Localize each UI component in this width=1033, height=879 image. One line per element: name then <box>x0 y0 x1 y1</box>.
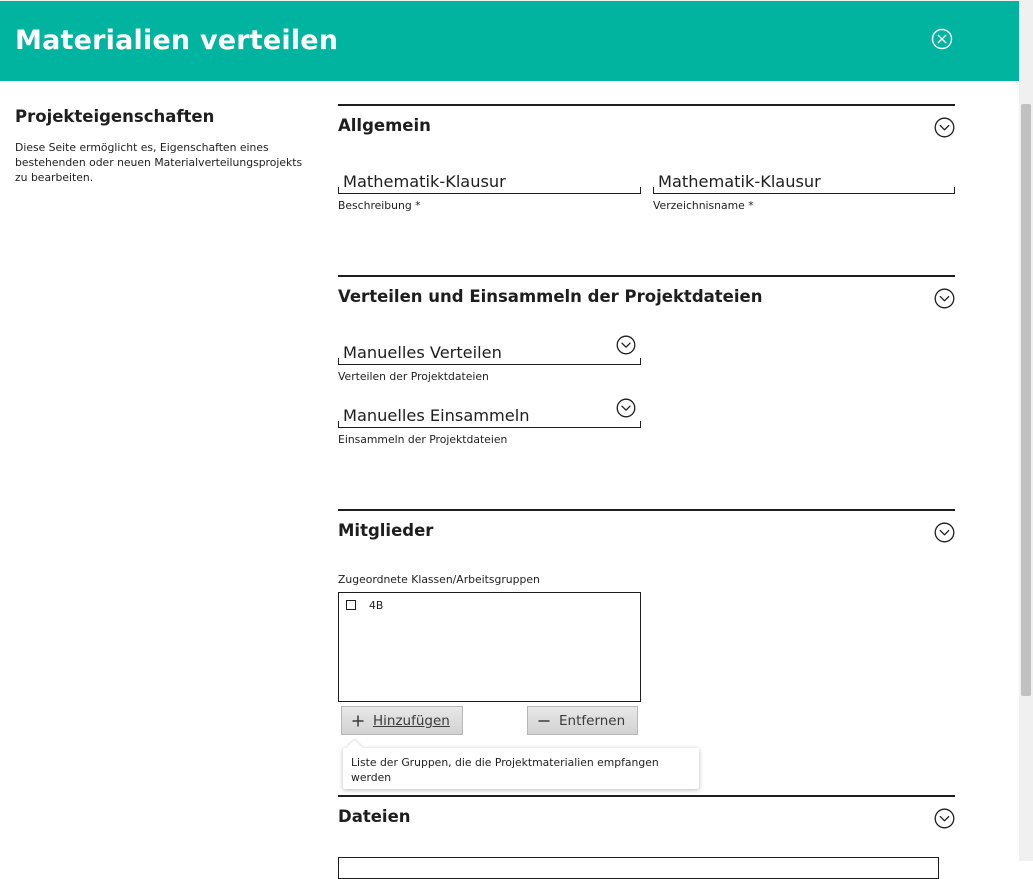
files-list[interactable] <box>338 857 939 879</box>
directory-label: Verzeichnisname * <box>653 199 754 212</box>
chevron-down-icon[interactable] <box>934 808 955 829</box>
collect-label: Einsammeln der Projektdateien <box>338 433 508 446</box>
section-title-files: Dateien <box>338 807 411 826</box>
plus-icon <box>352 715 364 727</box>
tooltip-text: Liste der Gruppen, die die Projektmateri… <box>351 756 659 784</box>
collect-select-value: Manuelles Einsammeln <box>343 406 530 425</box>
description-label: Beschreibung * <box>338 199 421 212</box>
sidebar-title: Projekteigenschaften <box>15 107 215 126</box>
close-icon[interactable] <box>931 28 953 50</box>
section-title-general: Allgemein <box>338 116 431 135</box>
description-input[interactable] <box>343 171 636 192</box>
section-files: Dateien <box>338 795 955 863</box>
scrollbar-thumb[interactable] <box>1021 104 1031 696</box>
directory-input[interactable] <box>658 171 950 192</box>
remove-group-button-label: Entfernen <box>559 713 626 729</box>
groups-list[interactable]: 4B <box>338 592 641 702</box>
sidebar-description: Diese Seite ermöglicht es, Eigenschaften… <box>15 141 303 184</box>
collect-select[interactable]: Manuelles Einsammeln <box>338 398 641 428</box>
description-field[interactable] <box>338 171 641 194</box>
tooltip: Liste der Gruppen, die die Projektmateri… <box>343 739 699 789</box>
chevron-down-icon[interactable] <box>934 288 955 309</box>
remove-group-button[interactable]: Entfernen <box>527 706 638 735</box>
dialog-header: Materialien verteilen <box>0 0 1019 81</box>
distribute-select-value: Manuelles Verteilen <box>343 343 502 362</box>
distribute-select[interactable]: Manuelles Verteilen <box>338 335 641 365</box>
minus-icon <box>538 720 550 722</box>
chevron-down-icon[interactable] <box>934 522 955 543</box>
chevron-down-icon[interactable] <box>616 398 636 418</box>
list-item-label: 4B <box>369 599 384 612</box>
section-title-distribution: Verteilen und Einsammeln der Projektdate… <box>338 287 763 306</box>
distribute-label: Verteilen der Projektdateien <box>338 370 489 383</box>
checkbox[interactable] <box>346 600 356 610</box>
groups-list-label: Zugeordnete Klassen/Arbeitsgruppen <box>338 573 540 586</box>
chevron-down-icon[interactable] <box>616 335 636 355</box>
add-group-button[interactable]: Hinzufügen <box>341 706 463 735</box>
section-title-members: Mitglieder <box>338 521 434 540</box>
add-group-button-label: Hinzufügen <box>373 713 450 729</box>
directory-field[interactable] <box>653 171 955 194</box>
chevron-down-icon[interactable] <box>934 117 955 138</box>
dialog-title: Materialien verteilen <box>15 25 339 56</box>
